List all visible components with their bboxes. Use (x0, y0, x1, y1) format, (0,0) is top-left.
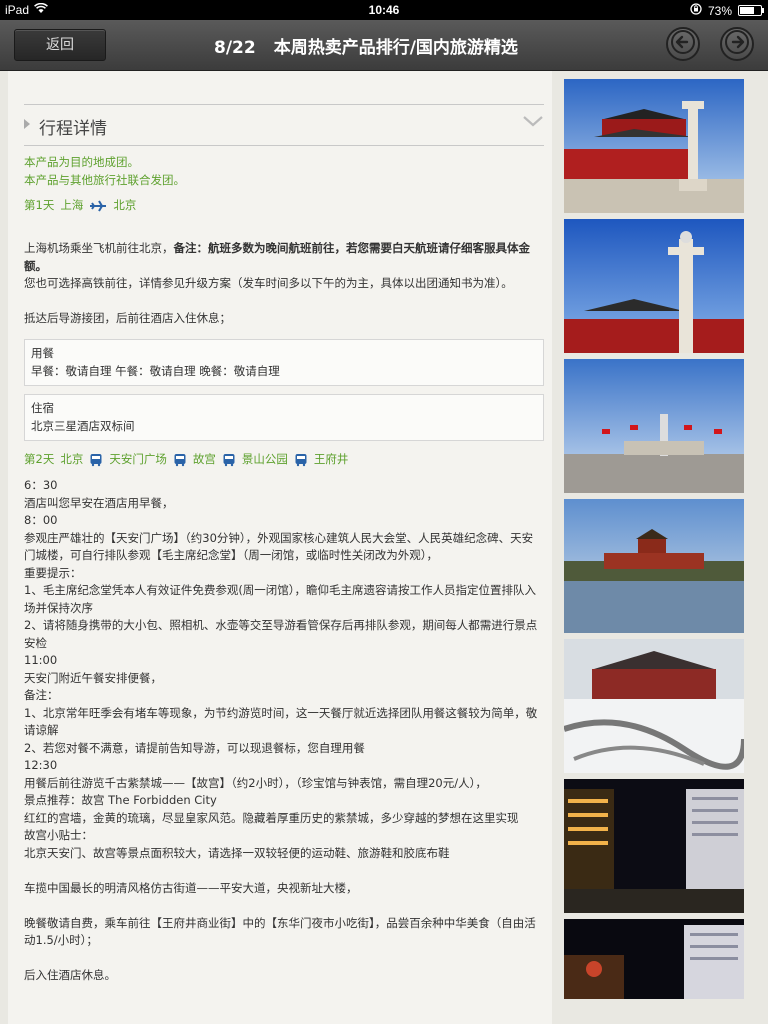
next-button[interactable] (720, 27, 754, 61)
day-label: 第2天 (24, 452, 55, 467)
photo-corner-tower[interactable] (564, 499, 744, 633)
day1-paragraph: 您也可选择高铁前往，详情参见升级方案（发车时间多以下午的为主，具体以出团通知书为… (24, 276, 513, 290)
schedule-line: 6：30 (24, 478, 58, 492)
day2-schedule: 6：30 酒店叫您早安在酒店用早餐， 8：00 参观庄严雄壮的【天安门广场】（约30分… (24, 477, 544, 985)
schedule-line: 参观庄严雄壮的【天安门广场】（约30分钟），外观国家核心建筑人民大会堂、人民英雄… (24, 530, 534, 563)
itinerary-panel[interactable]: 行程详情 本产品为目的地成团。 本产品与其他旅行社联合发团。 第1天 上海 北京… (8, 71, 552, 1024)
schedule-line: 晚餐敬请自费，乘车前往【王府井商业街】中的【东华门夜市小吃街】，品尝百余种中华美… (24, 915, 536, 948)
day-label: 第1天 (24, 198, 55, 213)
photo-tiananmen-square[interactable] (564, 359, 744, 493)
previous-button[interactable] (666, 27, 700, 61)
photo-forbidden-city-snow[interactable] (564, 639, 744, 773)
schedule-line: 2、请将随身携带的大小包、照相机、水壶等交至导游看管保存后再排队参观，期间每人都… (24, 618, 538, 650)
day2-route: 第2天 北京 天安门广场 故宫 景山公园 王府井 (24, 449, 544, 471)
photo-huabiao-column[interactable] (564, 219, 744, 353)
meal-text: 早餐：敬请自理 午餐：敬请自理 晚餐：敬请自理 (31, 363, 280, 378)
photo-wangfujing-buildings[interactable] (564, 919, 744, 999)
itinerary-body: 本产品为目的地成团。 本产品与其他旅行社联合发团。 第1天 上海 北京 上海机场… (24, 154, 544, 985)
route-stop: 上海 (60, 198, 84, 213)
back-button[interactable]: 返回 (14, 29, 106, 61)
schedule-line: 北京天安门、故宫等景点面积较大，请选择一双较轻便的运动鞋、旅游鞋和胶底布鞋 (24, 845, 450, 860)
schedule-line: 车揽中国最长的明清风格仿古街道——平安大道，央视新址大楼， (24, 880, 358, 895)
day1-paragraph: 上海机场乘坐飞机前往北京，备注：航班多数为晚间航班前往，若您需要白天航班请仔细客… (24, 241, 530, 273)
stay-title: 住宿 (31, 401, 54, 415)
intro-line: 本产品为目的地成团。 (24, 155, 139, 169)
route-stop: 景山公园 (241, 452, 288, 467)
expand-triangle-icon (24, 119, 30, 129)
bus-icon (90, 454, 102, 467)
page-index: 8/22 (214, 38, 256, 58)
chevron-down-icon[interactable] (522, 113, 544, 129)
page-title: 8/22 本周热卖产品排行/国内旅游精选 (214, 33, 518, 58)
rotation-lock-icon (690, 3, 702, 18)
arrow-right-icon (725, 30, 749, 54)
route-stop: 天安门广场 (109, 452, 167, 467)
schedule-line: 景点推荐：故宫 The Forbidden City (24, 793, 217, 807)
schedule-line: 备注： (24, 688, 59, 702)
battery-percent: 73% (707, 3, 732, 18)
route-stop: 王府井 (313, 452, 349, 467)
battery-icon (738, 5, 764, 16)
schedule-line: 故宫小贴士： (24, 828, 93, 842)
route-stop: 故宫 (192, 452, 216, 467)
bus-icon (295, 454, 307, 467)
stay-text: 北京三星酒店双标间 (31, 418, 135, 433)
section-title: 行程详情 (39, 119, 107, 139)
schedule-line: 8：00 (24, 513, 58, 527)
accommodation-box: 住宿 北京三星酒店双标间 (24, 394, 544, 441)
route-stop: 北京 (60, 452, 84, 467)
schedule-line: 2、若您对餐不满意，请提前告知导游，可以现退餐标，您自理用餐 (24, 740, 365, 755)
schedule-line: 红红的宫墙，金黄的琉璃，尽显皇家风范。隐藏着厚重历史的紫禁城，多少穿越的梦想在这… (24, 810, 519, 825)
schedule-line: 1、毛主席纪念堂凭本人有效证件免费参观(周一闭馆），瞻仰毛主席遗容请按工作人员指… (24, 583, 537, 615)
schedule-line: 11:00 (24, 653, 58, 667)
photo-wangfujing-night[interactable] (564, 779, 744, 913)
schedule-line: 12:30 (24, 758, 58, 772)
navigation-bar: 返回 8/22 本周热卖产品排行/国内旅游精选 (0, 20, 768, 71)
bus-icon (174, 454, 186, 467)
photo-tiananmen-gate[interactable] (564, 79, 744, 213)
meal-box: 用餐 早餐：敬请自理 午餐：敬请自理 晚餐：敬请自理 (24, 339, 544, 386)
status-bar: iPad 10:46 73% (0, 0, 768, 20)
schedule-line: 1、北京常年旺季会有堵车等现象，为节约游览时间，这一天餐厅就近选择团队用餐这餐较… (24, 705, 538, 738)
airplane-icon (90, 200, 107, 212)
clock: 10:46 (368, 3, 400, 17)
bus-icon (223, 454, 235, 467)
intro-line: 本产品与其他旅行社联合发团。 (24, 172, 185, 187)
meal-title: 用餐 (31, 346, 54, 360)
schedule-line: 用餐后前往游览千古紫禁城——【故宫】（约2小时），（珍宝馆与钟表馆，需自理20元… (24, 775, 487, 790)
page-title-text: 本周热卖产品排行/国内旅游精选 (273, 38, 518, 58)
schedule-line: 后入住酒店休息。 (24, 968, 116, 982)
day1-route: 第1天 上海 北京 (24, 195, 544, 217)
arrow-left-icon (671, 30, 695, 54)
route-stop: 北京 (113, 198, 137, 213)
schedule-line: 酒店叫您早安在酒店用早餐， (24, 495, 174, 510)
day1-paragraph: 抵达后导游接团，后前往酒店入住休息； (24, 310, 231, 325)
itinerary-section-header[interactable]: 行程详情 (24, 104, 544, 146)
schedule-line: 重要提示： (24, 565, 82, 580)
schedule-line: 天安门附近午餐安排便餐， (24, 670, 162, 685)
